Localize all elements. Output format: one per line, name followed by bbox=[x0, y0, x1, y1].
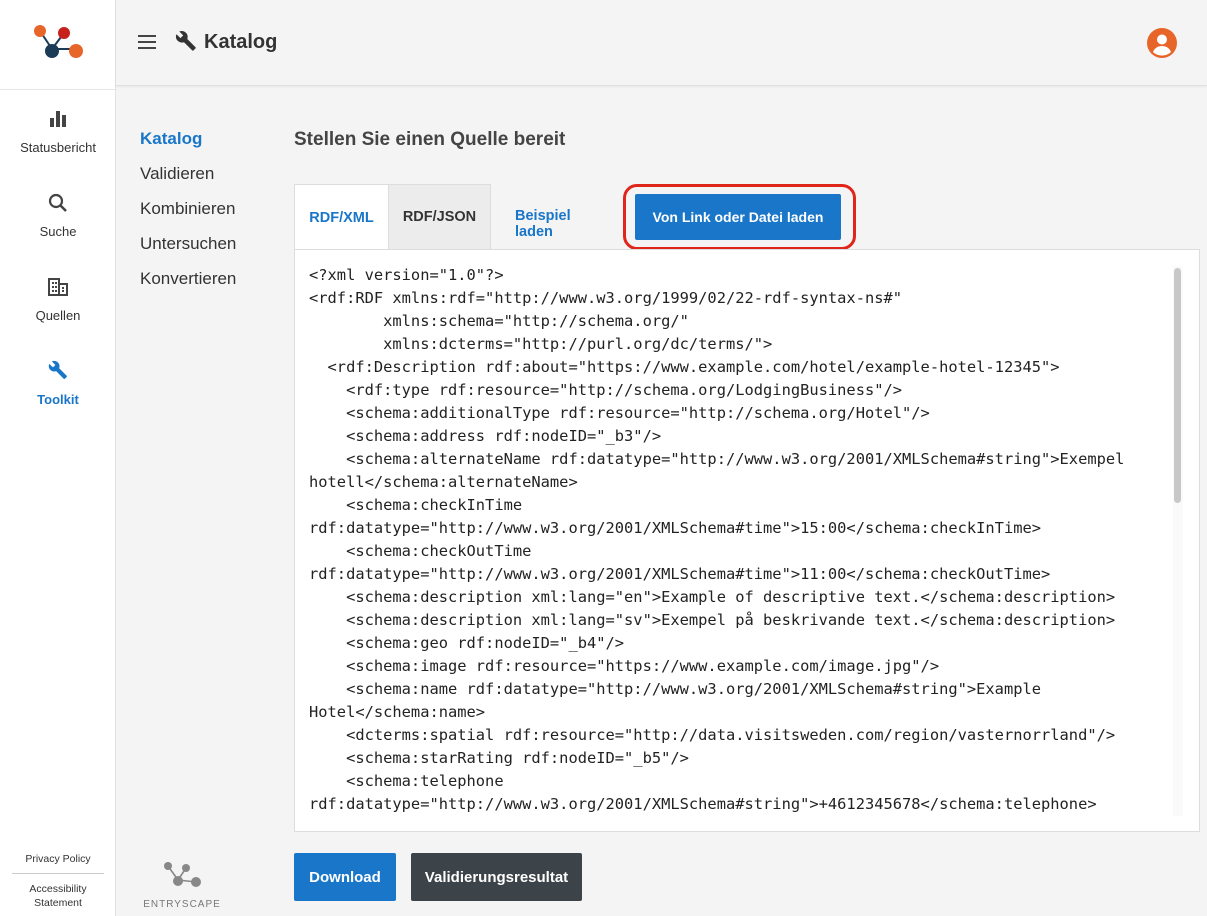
wrench-icon bbox=[175, 30, 196, 51]
menu-icon[interactable] bbox=[138, 35, 156, 49]
rail-item-suche[interactable]: Suche bbox=[0, 192, 116, 239]
validation-result-button[interactable]: Validierungsresultat bbox=[411, 853, 582, 901]
tab-rdf-xml[interactable]: RDF/XML bbox=[294, 184, 389, 250]
entryscape-logo-icon bbox=[164, 862, 201, 887]
accessibility-statement-link[interactable]: Accessibility Statement bbox=[0, 874, 116, 916]
subnav-item-konvertieren[interactable]: Konvertieren bbox=[140, 268, 236, 303]
left-rail: Statusbericht Suche Quellen Toolkit Priv… bbox=[0, 0, 116, 916]
subnav-item-katalog[interactable]: Katalog bbox=[140, 128, 236, 163]
wrench-icon bbox=[48, 360, 67, 379]
page-title: Stellen Sie einen Quelle bereit bbox=[294, 129, 566, 150]
rdf-code-text[interactable]: <?xml version="1.0"?> <rdf:RDF xmlns:rdf… bbox=[309, 264, 1169, 816]
accessibility-line-2: Statement bbox=[34, 897, 82, 909]
subnav-item-kombinieren[interactable]: Kombinieren bbox=[140, 198, 236, 233]
search-icon bbox=[48, 193, 67, 212]
load-from-link-or-file-button[interactable]: Von Link oder Datei laden bbox=[635, 194, 841, 240]
tab-rdf-json[interactable]: RDF/JSON bbox=[389, 184, 491, 250]
accessibility-line-1: Accessibility bbox=[29, 883, 87, 895]
rail-item-statusbericht[interactable]: Statusbericht bbox=[0, 108, 116, 155]
rdf-editor[interactable]: <?xml version="1.0"?> <rdf:RDF xmlns:rdf… bbox=[294, 249, 1200, 832]
logo-icon bbox=[33, 24, 83, 58]
rail-item-label: Suche bbox=[39, 224, 77, 239]
rail-item-toolkit[interactable]: Toolkit bbox=[0, 360, 116, 407]
load-example-link[interactable]: Beispiel laden bbox=[515, 208, 571, 240]
user-avatar-icon[interactable] bbox=[1147, 28, 1177, 58]
privacy-policy-link[interactable]: Privacy Policy bbox=[12, 843, 104, 874]
subnav-item-untersuchen[interactable]: Untersuchen bbox=[140, 233, 236, 268]
download-button[interactable]: Download bbox=[294, 853, 396, 901]
entryscape-brand: ENTRYSCAPE bbox=[140, 860, 224, 910]
subnav-item-validieren[interactable]: Validieren bbox=[140, 163, 236, 198]
top-header: Katalog bbox=[116, 0, 1207, 86]
rail-item-label: Statusbericht bbox=[20, 140, 96, 155]
building-icon bbox=[48, 278, 68, 296]
rail-item-label: Quellen bbox=[35, 308, 81, 323]
editor-scrollbar-thumb[interactable] bbox=[1174, 268, 1181, 503]
brand-name: ENTRYSCAPE bbox=[143, 899, 221, 910]
rail-item-label: Toolkit bbox=[37, 392, 79, 407]
rail-item-quellen[interactable]: Quellen bbox=[0, 276, 116, 323]
rail-footer: Privacy Policy Accessibility Statement bbox=[0, 843, 116, 916]
app-logo[interactable] bbox=[0, 0, 115, 90]
toolkit-subnav: Katalog Validieren Kombinieren Untersuch… bbox=[140, 128, 236, 303]
header-title: Katalog bbox=[204, 31, 278, 53]
bar-chart-icon bbox=[50, 111, 66, 127]
